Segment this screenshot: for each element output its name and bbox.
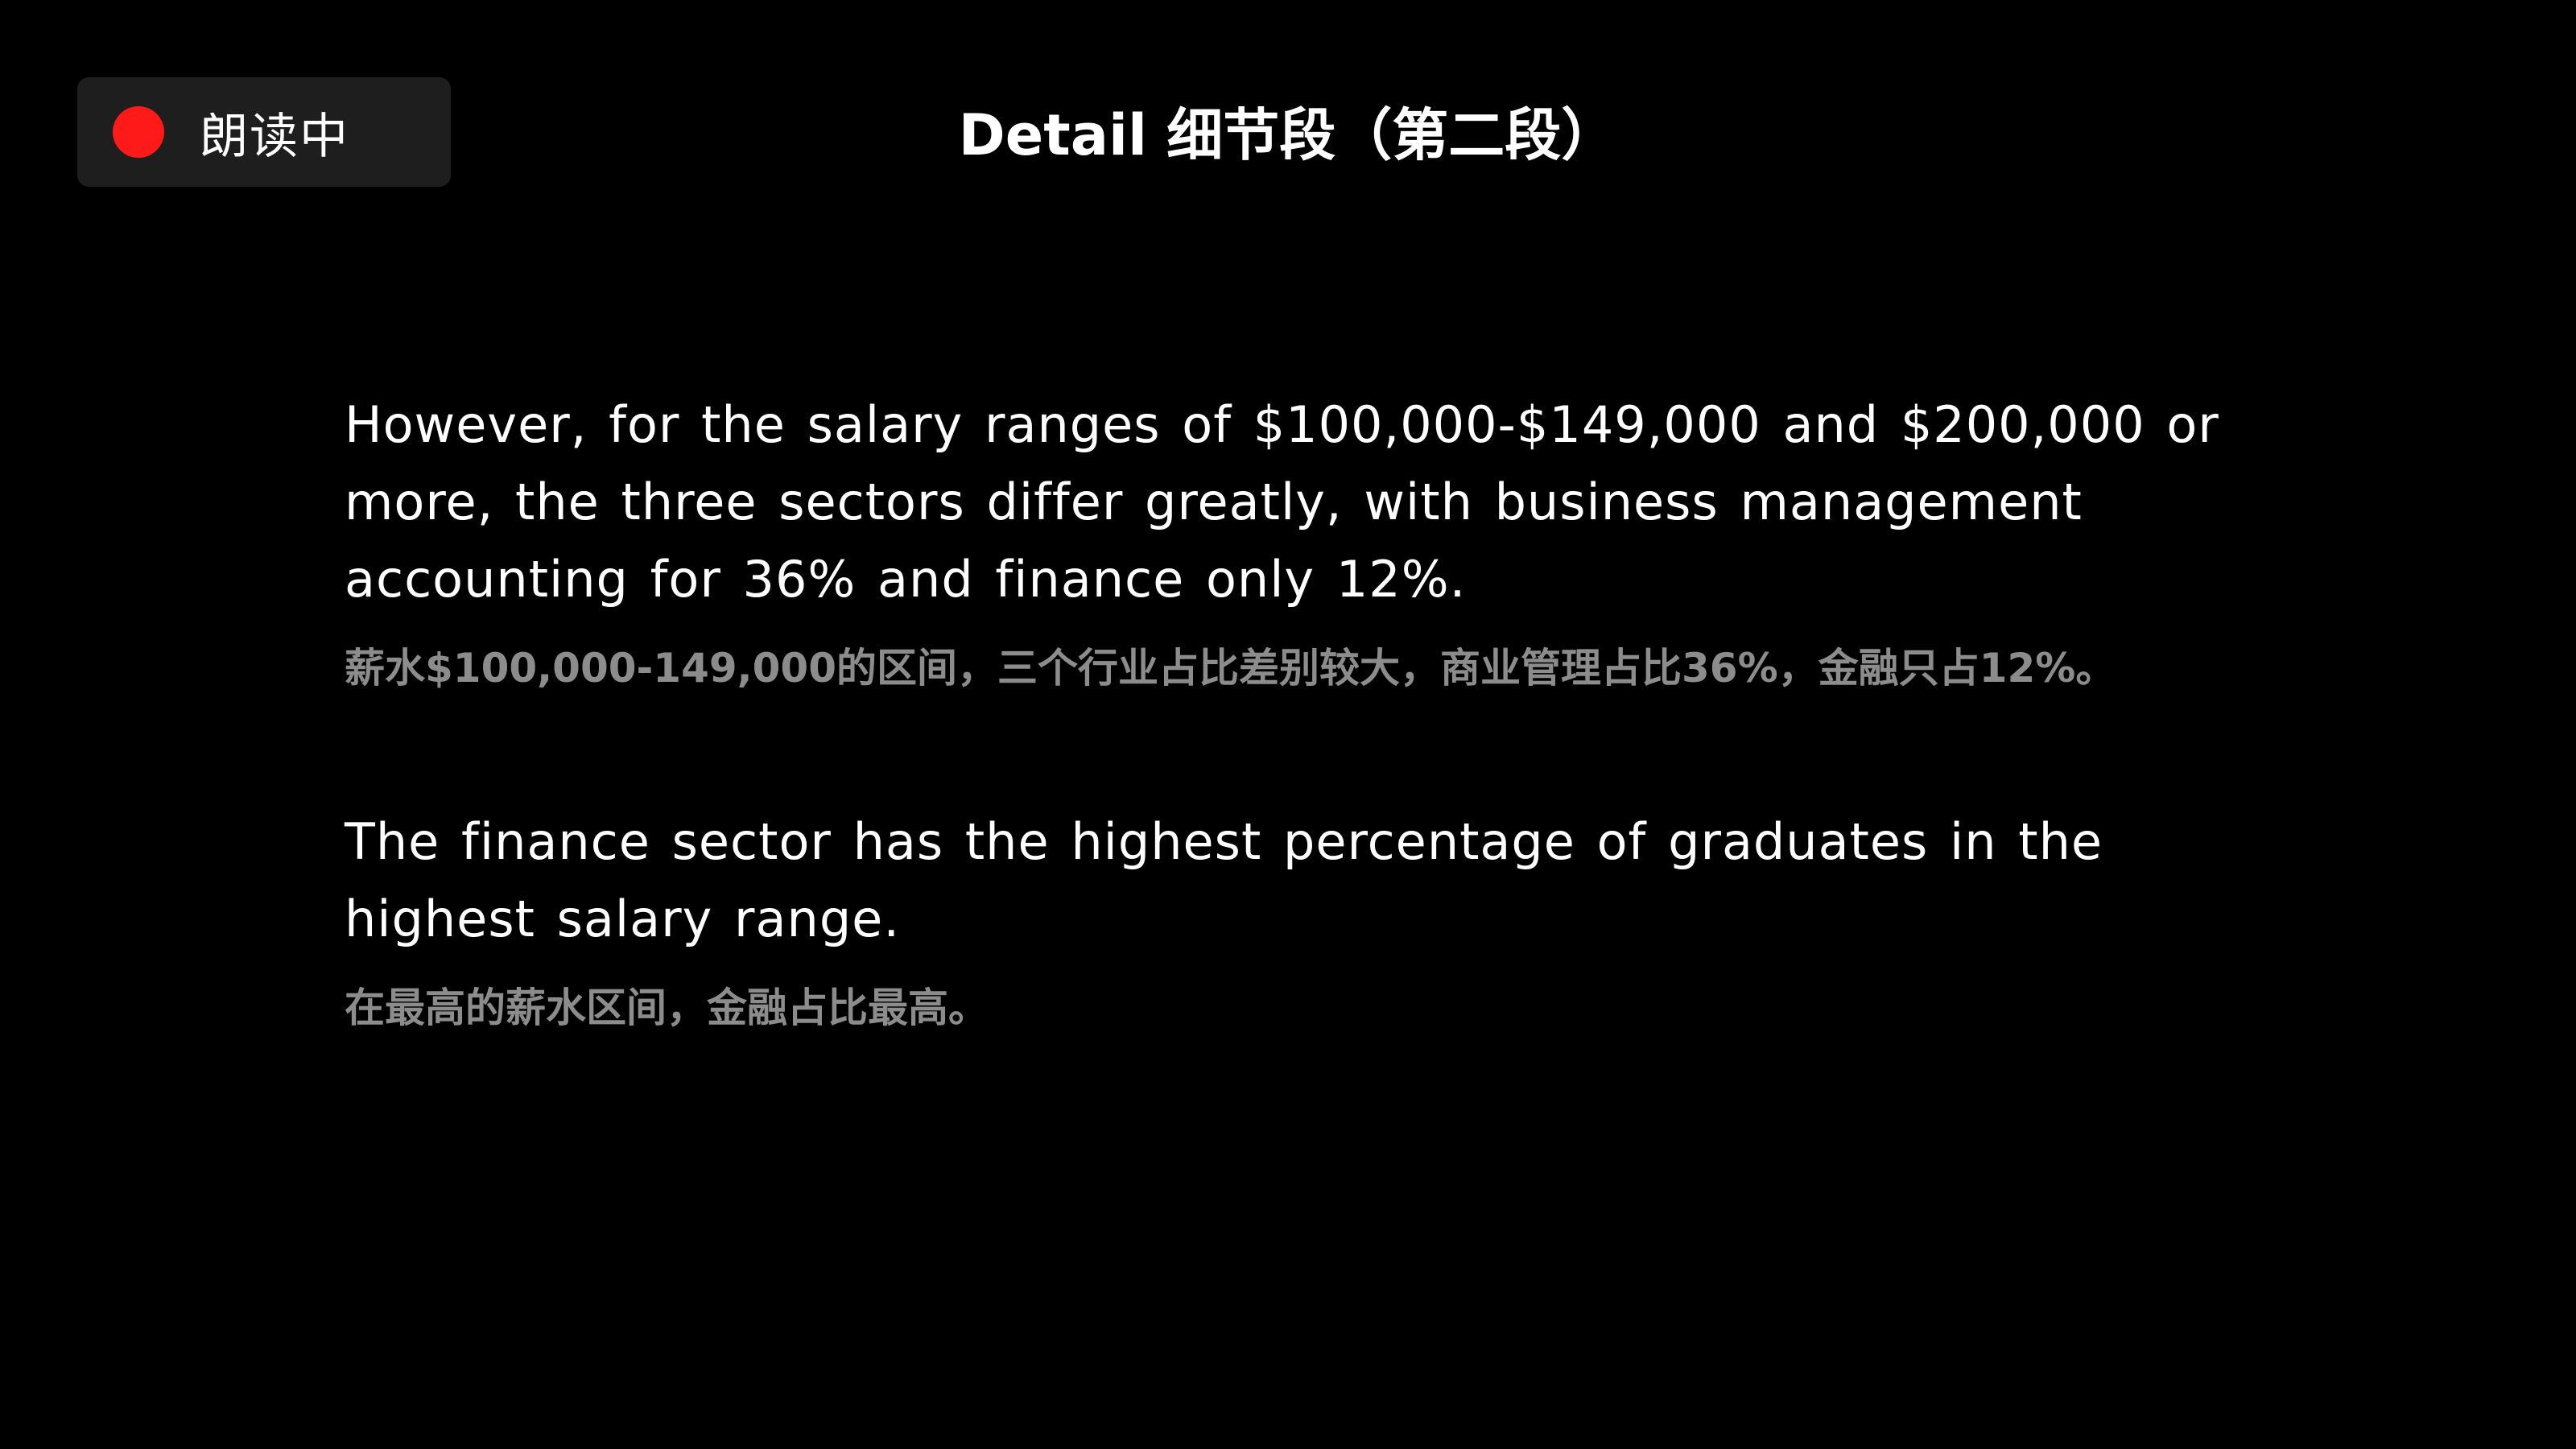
- chinese-translation: 在最高的薪水区间，金融占比最高。: [345, 985, 989, 1031]
- english-sentence: The finance sector has the highest perce…: [345, 812, 2103, 948]
- english-sentence: However, for the salary ranges of $100,0…: [345, 395, 2219, 609]
- chinese-translation: 薪水$100,000-149,000的区间，三个行业占比差别较大，商业管理占比3…: [345, 645, 2116, 691]
- page-title: Detail 细节段（第二段）: [958, 102, 1618, 168]
- paragraph-block-1: However, for the salary ranges of $100,0…: [345, 386, 2260, 697]
- paragraph-block-2: The finance sector has the highest perce…: [345, 803, 2260, 1037]
- passage-content: However, for the salary ranges of $100,0…: [345, 386, 2260, 1037]
